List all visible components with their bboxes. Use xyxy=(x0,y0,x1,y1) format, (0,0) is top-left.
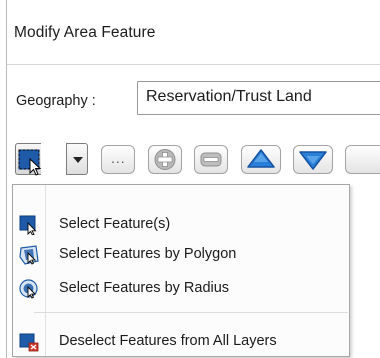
deselect-icon xyxy=(19,333,39,352)
geography-value: Reservation/Trust Land xyxy=(146,88,312,105)
menu-item-deselect-all[interactable]: Deselect Features from All Layers xyxy=(12,329,348,355)
triangle-up-icon xyxy=(247,149,275,168)
menu-item-select-by-polygon[interactable]: Select Features by Polygon xyxy=(12,242,348,268)
minus-icon xyxy=(200,152,222,167)
triangle-down-icon xyxy=(299,151,327,170)
remove-button[interactable] xyxy=(194,145,228,174)
more-toolbar-button[interactable] xyxy=(345,145,380,174)
menu-item-label: Deselect Features from All Layers xyxy=(59,333,277,349)
radius-select-icon xyxy=(19,279,38,299)
title-divider xyxy=(7,64,380,65)
menu-item-select-by-radius[interactable]: Select Features by Radius xyxy=(12,276,348,302)
plus-icon xyxy=(154,149,176,170)
add-button[interactable] xyxy=(148,145,182,174)
menu-separator xyxy=(34,312,348,313)
geography-select[interactable]: Reservation/Trust Land xyxy=(137,81,380,115)
menu-item-label: Select Features by Radius xyxy=(59,280,230,296)
move-up-button[interactable] xyxy=(241,145,281,174)
select-tool-button[interactable] xyxy=(15,143,42,176)
ellipsis-button[interactable]: ... xyxy=(101,145,135,174)
ellipsis-label: ... xyxy=(111,150,126,166)
select-feature-icon xyxy=(19,215,37,235)
move-down-button[interactable] xyxy=(293,145,333,174)
menu-item-label: Select Feature(s) xyxy=(59,216,171,232)
select-feature-icon xyxy=(18,149,42,176)
polygon-select-icon xyxy=(19,245,39,265)
geography-label: Geography : xyxy=(16,93,96,109)
menu-item-label: Select Features by Polygon xyxy=(59,246,237,262)
dialog-title: Modify Area Feature xyxy=(14,24,156,41)
menu-item-select-features[interactable]: Select Feature(s) xyxy=(12,212,348,238)
select-tool-dropdown[interactable] xyxy=(66,143,88,175)
